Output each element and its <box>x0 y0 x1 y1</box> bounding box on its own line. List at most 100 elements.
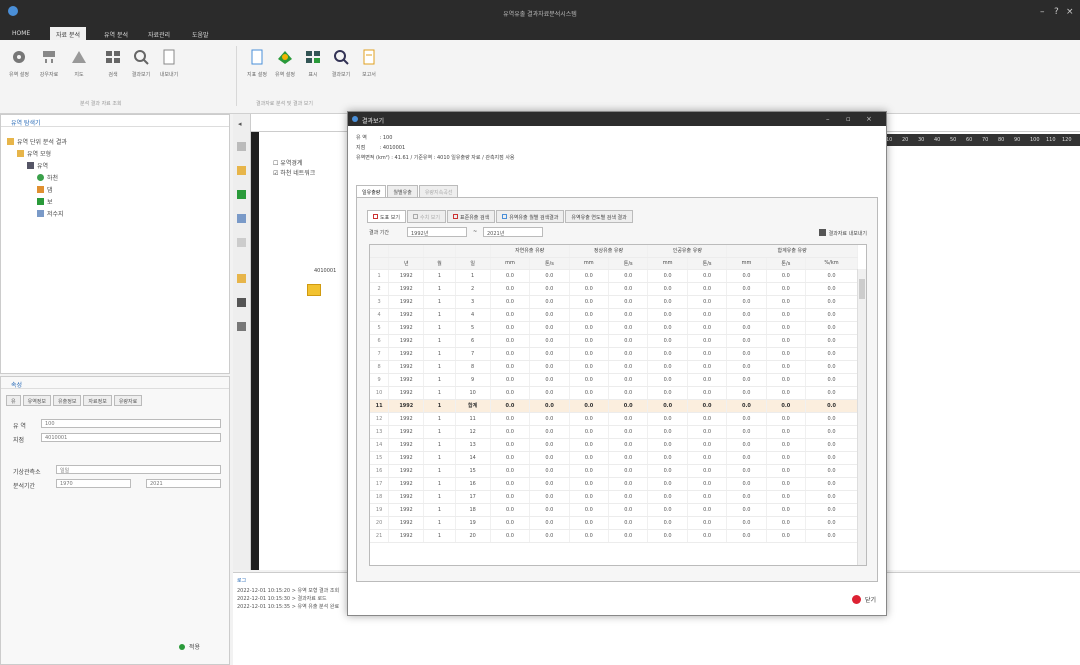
tab-duration-curve[interactable]: 유량지속곡선 <box>418 185 459 197</box>
table-row[interactable]: 18 1992 1 17 0.0 0.0 0.0 0.0 0.0 0.0 0.0 0.0 0.0 <box>370 490 858 504</box>
subtab-standard-search[interactable]: 표준유출 검색 <box>447 210 496 223</box>
table-row[interactable]: 17 1992 1 16 0.0 0.0 0.0 0.0 0.0 0.0 0.0 0.0 0.0 <box>370 477 858 491</box>
subtab-numeric-view[interactable]: 수치 보기 <box>407 210 446 223</box>
menu-tab-help[interactable]: 도움말 <box>186 27 215 40</box>
column-header[interactable]: 톤/s <box>766 257 807 270</box>
column-header[interactable]: 톤/s <box>687 257 728 270</box>
table-row[interactable]: 20 1992 1 19 0.0 0.0 0.0 0.0 0.0 0.0 0.0 0.0 0.0 <box>370 516 858 530</box>
column-header[interactable]: 톤/s <box>608 257 649 270</box>
column-header[interactable]: 월 <box>423 257 456 270</box>
tab-monthly-runoff[interactable]: 월별유출 <box>387 185 418 197</box>
subtab-monthly-search[interactable]: 유역유출 월별 검색결과 <box>496 210 565 223</box>
table-row[interactable]: 16 1992 1 15 0.0 0.0 0.0 0.0 0.0 0.0 0.0 0.0 0.0 <box>370 464 858 478</box>
menu-tab-home[interactable]: HOME <box>6 27 36 40</box>
tree-item-basin[interactable]: 유역 <box>27 161 48 170</box>
layer-checkbox[interactable]: ☐ 유역경계 <box>273 158 302 167</box>
toolbar-tool-icon[interactable] <box>237 190 246 199</box>
ribbon-report-button[interactable]: 보고서 <box>356 46 382 86</box>
tab-daily-runoff[interactable]: 일유출량 <box>356 185 387 197</box>
column-header[interactable]: mm <box>647 257 688 270</box>
tree-item-reservoir[interactable]: 저수지 <box>37 209 64 218</box>
tree-item-weir[interactable]: 보 <box>37 197 53 206</box>
table-row[interactable]: 11 1992 1 합계 0.0 0.0 0.0 0.0 0.0 0.0 0.0 0.0 0.0 <box>370 399 858 413</box>
ribbon-rainfall-button[interactable]: 강우자료 <box>36 46 62 86</box>
period-to-select[interactable]: 2021년 <box>483 227 543 237</box>
table-row[interactable]: 12 1992 1 11 0.0 0.0 0.0 0.0 0.0 0.0 0.0 0.0 0.0 <box>370 412 858 426</box>
table-row[interactable]: 8 1992 1 8 0.0 0.0 0.0 0.0 0.0 0.0 0.0 0.0 0.0 <box>370 360 858 374</box>
table-row[interactable]: 14 1992 1 13 0.0 0.0 0.0 0.0 0.0 0.0 0.0 0.0 0.0 <box>370 438 858 452</box>
tree-item-dam[interactable]: 댐 <box>37 185 53 194</box>
menu-tab-data-management[interactable]: 자료관리 <box>142 27 176 40</box>
tree-item-root[interactable]: 유역 단위 분석 결과 <box>7 137 67 146</box>
toolbar-tool-icon[interactable] <box>237 238 246 247</box>
apply-button[interactable]: 적용 <box>179 642 200 651</box>
column-header[interactable]: mm <box>726 257 767 270</box>
export-results-button[interactable]: 결과자료 내보내기 <box>818 229 867 237</box>
ribbon-view-results-button[interactable]: 결과보기 <box>328 46 354 86</box>
basin-node-icon[interactable] <box>307 284 321 296</box>
scrollbar-thumb[interactable] <box>859 279 865 299</box>
ribbon-export-button[interactable]: 내보내기 <box>156 46 182 86</box>
prop-period-end[interactable]: 2021 <box>146 479 221 488</box>
ribbon-basin-setting-button[interactable]: 유역 설정 <box>6 46 32 86</box>
column-header[interactable]: %/km <box>805 257 858 270</box>
prop-basin-field[interactable]: 100 <box>41 419 221 428</box>
toolbar-tool-icon[interactable] <box>237 298 246 307</box>
column-header[interactable]: 톤/s <box>529 257 570 270</box>
table-row[interactable]: 4 1992 1 4 0.0 0.0 0.0 0.0 0.0 0.0 0.0 0.0 0.0 <box>370 308 858 322</box>
ribbon-results-button[interactable]: 결과보기 <box>128 46 154 86</box>
table-row[interactable]: 21 1992 1 20 0.0 0.0 0.0 0.0 0.0 0.0 0.0 0.0 0.0 <box>370 529 858 543</box>
grid-scrollbar[interactable] <box>857 269 866 565</box>
prop-weather-select[interactable]: 일일 <box>56 465 221 474</box>
column-header[interactable]: 일 <box>455 257 491 270</box>
dialog-maximize-icon[interactable]: ▫ <box>846 115 851 123</box>
table-row[interactable]: 1 1992 1 1 0.0 0.0 0.0 0.0 0.0 0.0 0.0 0.0 0.0 <box>370 269 858 283</box>
table-row[interactable]: 3 1992 1 3 0.0 0.0 0.0 0.0 0.0 0.0 0.0 0.0 0.0 <box>370 295 858 309</box>
toolbar-arrow-icon[interactable]: ◂ <box>238 120 242 128</box>
dialog-close-icon[interactable]: × <box>866 115 872 123</box>
table-row[interactable]: 10 1992 1 10 0.0 0.0 0.0 0.0 0.0 0.0 0.0 0.0 0.0 <box>370 386 858 400</box>
ribbon-map-button[interactable]: 지도 <box>66 46 92 86</box>
period-from-select[interactable]: 1992년 <box>407 227 467 237</box>
tree-item-river[interactable]: 하천 <box>37 173 58 182</box>
column-header[interactable]: 년 <box>388 257 425 270</box>
layer-checkbox[interactable]: ☑ 하천 네트워크 <box>273 168 315 177</box>
prop-tab[interactable]: 유량자료 <box>113 395 143 406</box>
toolbar-tool-icon[interactable] <box>237 274 246 283</box>
table-row[interactable]: 13 1992 1 12 0.0 0.0 0.0 0.0 0.0 0.0 0.0 0.0 0.0 <box>370 425 858 439</box>
ribbon-display-button[interactable]: 표시 <box>300 46 326 86</box>
prop-station-field[interactable]: 4010001 <box>41 433 221 442</box>
results-grid[interactable]: 자연유출 유량 정상유출 유량 인공유출 유량 합계유출 유량 년 월 일 mm… <box>369 244 867 566</box>
table-row[interactable]: 9 1992 1 9 0.0 0.0 0.0 0.0 0.0 0.0 0.0 0.0 0.0 <box>370 373 858 387</box>
toolbar-tool-icon[interactable] <box>237 166 246 175</box>
ribbon-basin-button[interactable]: 유역 설정 <box>272 46 298 86</box>
ribbon-indicator-button[interactable]: 지표 설정 <box>244 46 270 86</box>
table-row[interactable]: 5 1992 1 5 0.0 0.0 0.0 0.0 0.0 0.0 0.0 0.0 0.0 <box>370 321 858 335</box>
prop-tab[interactable]: 유출정보 <box>53 395 82 406</box>
ribbon-search-button[interactable]: 검색 <box>100 46 126 86</box>
prop-tab[interactable]: 자료정보 <box>83 395 112 406</box>
toolbar-tool-icon[interactable] <box>237 322 246 331</box>
help-icon[interactable]: ? <box>1054 7 1059 17</box>
table-row[interactable]: 15 1992 1 14 0.0 0.0 0.0 0.0 0.0 0.0 0.0 0.0 0.0 <box>370 451 858 465</box>
toolbar-tool-icon[interactable] <box>237 142 246 151</box>
table-row[interactable]: 19 1992 1 18 0.0 0.0 0.0 0.0 0.0 0.0 0.0 0.0 0.0 <box>370 503 858 517</box>
minimize-icon[interactable]: – <box>1040 7 1045 17</box>
close-button[interactable]: 닫기 <box>851 595 876 604</box>
prop-tab[interactable]: 유 <box>6 395 21 406</box>
table-row[interactable]: 6 1992 1 6 0.0 0.0 0.0 0.0 0.0 0.0 0.0 0.0 0.0 <box>370 334 858 348</box>
column-header[interactable]: mm <box>490 257 531 270</box>
toolbar-tool-icon[interactable] <box>237 214 246 223</box>
close-icon[interactable]: × <box>1066 7 1074 17</box>
menu-tab-basin-analysis[interactable]: 유역 분석 <box>98 27 134 40</box>
column-header[interactable]: mm <box>569 257 610 270</box>
menu-tab-data-analysis[interactable]: 자료 분석 <box>50 27 86 40</box>
tree-item-model[interactable]: 유역 모형 <box>17 149 51 158</box>
table-row[interactable]: 7 1992 1 7 0.0 0.0 0.0 0.0 0.0 0.0 0.0 0.0 0.0 <box>370 347 858 361</box>
subtab-yearly-search[interactable]: 유역유출 연도별 검색 결과 <box>565 210 633 223</box>
dialog-minimize-icon[interactable]: – <box>826 115 830 123</box>
prop-period-start[interactable]: 1970 <box>56 479 131 488</box>
table-row[interactable]: 2 1992 1 2 0.0 0.0 0.0 0.0 0.0 0.0 0.0 0.0 0.0 <box>370 282 858 296</box>
prop-tab[interactable]: 유역정보 <box>22 395 52 406</box>
subtab-chart-view[interactable]: 도표 보기 <box>367 210 406 223</box>
